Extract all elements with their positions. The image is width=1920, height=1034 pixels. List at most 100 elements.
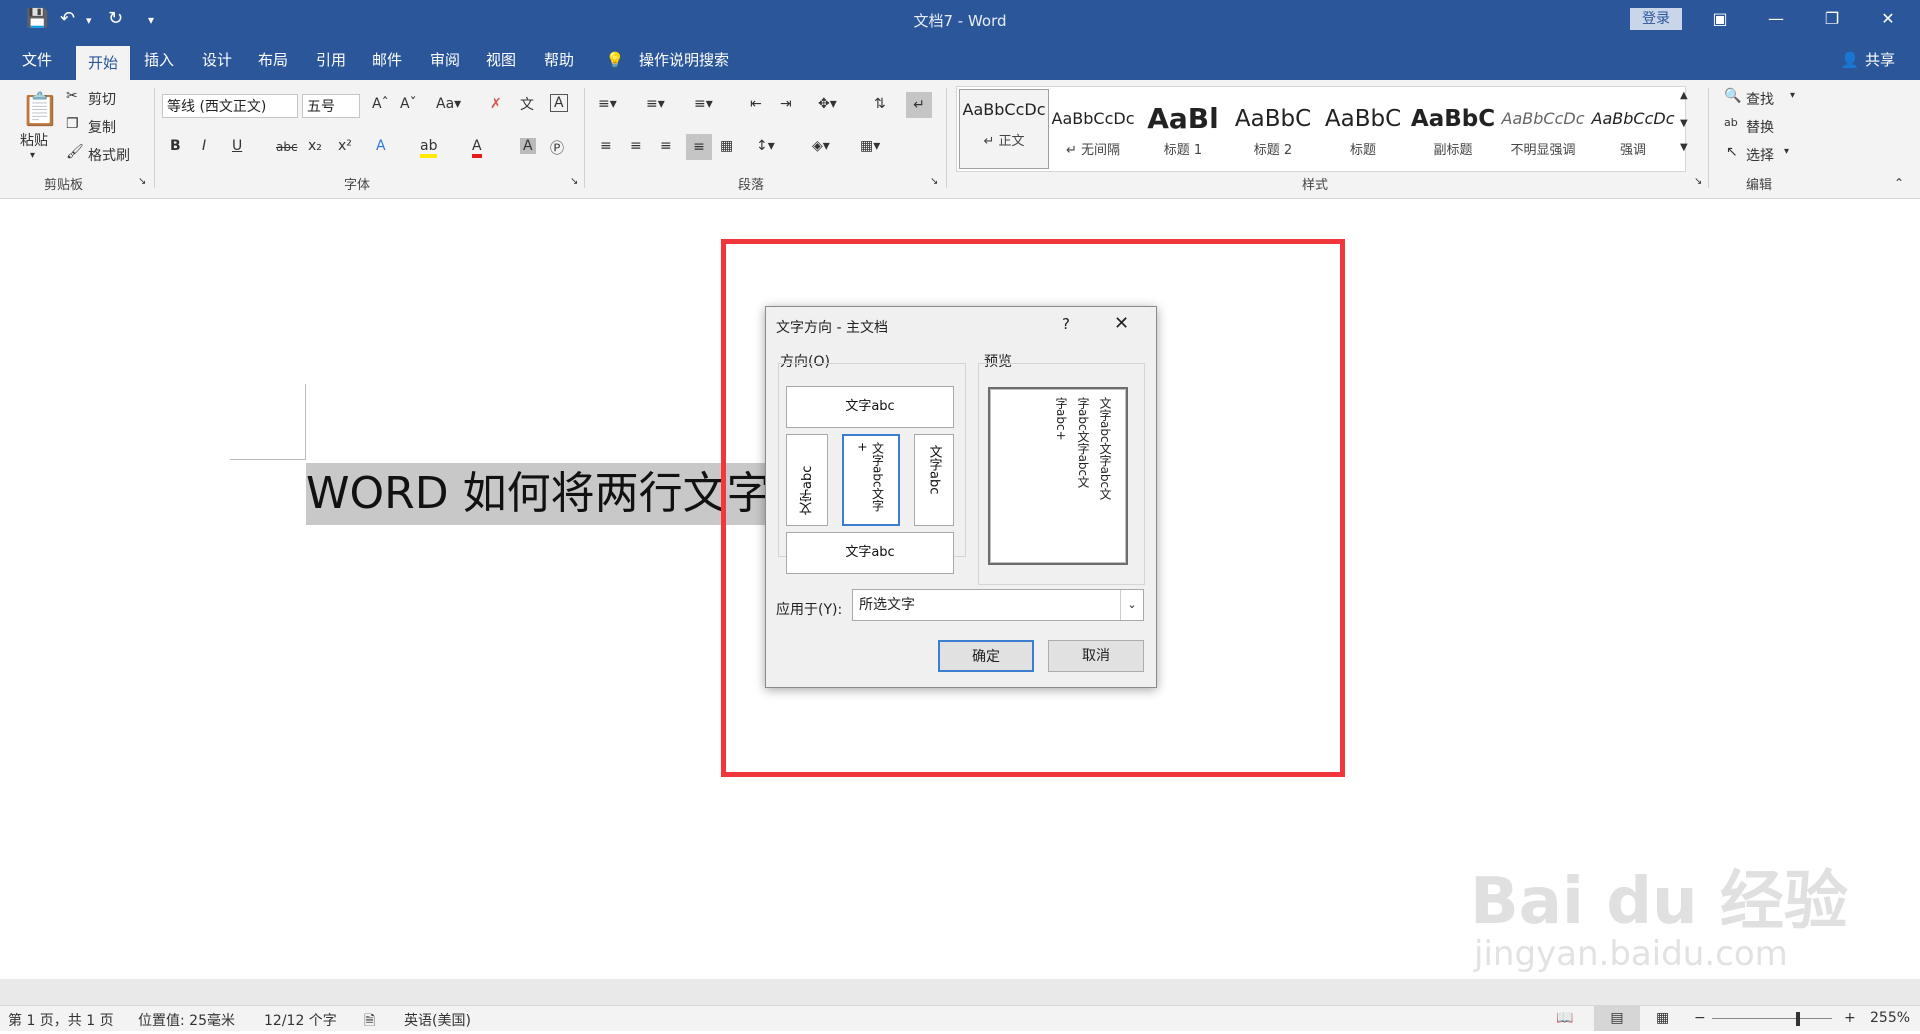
chevron-down-icon[interactable]: ⌄ — [1120, 590, 1143, 620]
orientation-horizontal-option[interactable]: 文字abc — [786, 386, 954, 428]
zoom-level[interactable]: 255% — [1870, 1010, 1910, 1026]
bullets-icon[interactable]: ≡▾ — [598, 96, 617, 112]
bold-icon[interactable]: B — [170, 138, 181, 154]
tab-design[interactable]: 设计 — [194, 40, 240, 80]
cut-icon[interactable]: ✂ — [66, 88, 78, 104]
zoom-in-icon[interactable]: + — [1844, 1010, 1856, 1026]
select-dropdown-icon[interactable]: ▾ — [1784, 146, 1789, 157]
highlight-icon[interactable]: ab — [420, 138, 438, 158]
proofing-icon[interactable]: 🗎 — [364, 1010, 375, 1034]
shrink-font-icon[interactable]: Aˇ — [400, 96, 417, 112]
tab-insert[interactable]: 插入 — [136, 40, 182, 80]
orientation-bottom-option[interactable]: 文字abc — [786, 532, 954, 574]
tab-file[interactable]: 文件 — [12, 40, 62, 80]
replace-button[interactable]: 替换 — [1746, 117, 1774, 137]
clear-formatting-icon[interactable]: ✗ — [490, 96, 502, 112]
sort-icon[interactable]: ⇅ — [874, 96, 886, 112]
ok-button[interactable]: 确定 — [938, 640, 1034, 672]
select-button[interactable]: 选择 — [1746, 145, 1774, 165]
orientation-vertical-selected-option[interactable]: 文字abc文字+ — [842, 434, 900, 526]
collapse-ribbon-icon[interactable]: ⌃ — [1894, 176, 1904, 190]
cut-button[interactable]: 剪切 — [88, 89, 116, 109]
tab-references[interactable]: 引用 — [308, 40, 354, 80]
clipboard-launcher-icon[interactable]: ↘ — [138, 176, 146, 187]
distributed-icon[interactable]: ▦ — [720, 138, 733, 154]
numbering-icon[interactable]: ≡▾ — [646, 96, 665, 112]
format-painter-icon[interactable]: 🖌 — [66, 144, 84, 160]
zoom-slider-thumb[interactable] — [1796, 1012, 1800, 1026]
find-dropdown-icon[interactable]: ▾ — [1790, 90, 1795, 101]
text-effects-icon[interactable]: A — [376, 138, 386, 154]
styles-scroll-down-icon[interactable]: ▼ — [1680, 118, 1688, 129]
align-center-icon[interactable]: ≡ — [630, 138, 642, 154]
character-shading-icon[interactable]: A — [520, 138, 536, 154]
paste-button[interactable]: 粘贴 — [20, 130, 48, 150]
font-color-icon[interactable]: A — [472, 138, 482, 158]
grow-font-icon[interactable]: Aˆ — [372, 96, 389, 112]
select-icon[interactable]: ↖ — [1726, 144, 1738, 160]
font-launcher-icon[interactable]: ↘ — [570, 176, 578, 187]
document-text[interactable]: WORD 如何将两行文字 — [306, 463, 781, 525]
show-marks-icon[interactable]: ↵ — [906, 92, 932, 118]
style-item-normal[interactable]: AaBbCcDc ↵ 正文 — [959, 89, 1049, 169]
copy-button[interactable]: 复制 — [88, 117, 116, 137]
font-name-select[interactable]: 等线 (西文正文) — [162, 94, 298, 118]
orientation-vertical-left-option[interactable]: 文字abc — [786, 434, 828, 526]
italic-icon[interactable]: I — [202, 138, 206, 154]
copy-icon[interactable]: ❐ — [66, 116, 79, 132]
underline-icon[interactable]: U — [232, 138, 242, 154]
decrease-indent-icon[interactable]: ⇤ — [750, 96, 762, 112]
strikethrough-icon[interactable]: abc — [276, 140, 298, 154]
line-spacing-icon[interactable]: ↕▾ — [756, 138, 775, 154]
style-item-subtle-emphasis[interactable]: AaBbCcDc 不明显强调 — [1499, 99, 1587, 171]
read-mode-icon[interactable]: 📖 — [1556, 1010, 1573, 1026]
change-case-icon[interactable]: Aa▾ — [436, 96, 461, 112]
style-item-title[interactable]: AaBbC 标题 — [1319, 99, 1407, 171]
replace-icon[interactable]: ab — [1724, 116, 1738, 129]
style-item-subtitle[interactable]: AaBbC 副标题 — [1409, 99, 1497, 171]
increase-indent-icon[interactable]: ⇥ — [780, 96, 792, 112]
horizontal-scrollbar[interactable] — [0, 979, 1920, 1005]
page-count[interactable]: 第 1 页，共 1 页 — [8, 1010, 114, 1030]
align-right-icon[interactable]: ≡ — [660, 138, 672, 154]
minimize-icon[interactable]: — — [1756, 6, 1796, 32]
help-button[interactable]: ? — [1062, 315, 1070, 333]
lightbulb-icon[interactable]: 💡 — [604, 40, 626, 80]
find-icon[interactable]: 🔍 — [1724, 88, 1741, 104]
style-item-emphasis[interactable]: AaBbCcDc 强调 — [1589, 99, 1677, 171]
paragraph-launcher-icon[interactable]: ↘ — [930, 176, 938, 187]
enclose-characters-icon[interactable]: Ⓟ — [550, 138, 564, 158]
superscript-icon[interactable]: x² — [338, 138, 352, 154]
borders-icon[interactable]: ▦▾ — [860, 138, 880, 154]
restore-icon[interactable]: ❐ — [1812, 6, 1852, 32]
cancel-button[interactable]: 取消 — [1048, 640, 1144, 672]
login-button[interactable]: 登录 — [1630, 8, 1682, 30]
styles-more-icon[interactable]: ▼ — [1680, 142, 1688, 153]
orientation-vertical-right-option[interactable]: 文字abc — [914, 434, 954, 526]
tab-review[interactable]: 审阅 — [422, 40, 468, 80]
zoom-out-icon[interactable]: − — [1694, 1010, 1706, 1026]
position-value[interactable]: 位置值: 25毫米 — [138, 1010, 235, 1030]
format-painter-button[interactable]: 格式刷 — [88, 145, 130, 165]
zoom-slider[interactable] — [1712, 1018, 1832, 1019]
styles-launcher-icon[interactable]: ↘ — [1694, 176, 1702, 187]
find-button[interactable]: 查找 — [1746, 89, 1774, 109]
style-item-no-spacing[interactable]: AaBbCcDc ↵ 无间隔 — [1049, 99, 1137, 171]
tell-me-search[interactable]: 操作说明搜索 — [636, 40, 732, 80]
apply-to-select[interactable]: 所选文字 ⌄ — [852, 589, 1144, 621]
close-icon[interactable]: ✕ — [1868, 6, 1908, 32]
paste-dropdown-icon[interactable]: ▾ — [30, 150, 35, 161]
web-layout-icon[interactable]: ▦ — [1656, 1010, 1669, 1026]
share-button[interactable]: 共享 — [1860, 40, 1900, 80]
phonetic-guide-icon[interactable]: 文 — [520, 94, 534, 114]
subscript-icon[interactable]: x₂ — [308, 138, 322, 154]
tab-mailings[interactable]: 邮件 — [364, 40, 410, 80]
align-left-icon[interactable]: ≡ — [600, 138, 612, 154]
style-item-heading-1[interactable]: AaBl 标题 1 — [1139, 99, 1227, 171]
tab-home[interactable]: 开始 — [76, 46, 130, 80]
print-layout-icon[interactable]: ▤ — [1594, 1006, 1640, 1031]
character-border-icon[interactable]: A — [550, 94, 568, 112]
ribbon-display-icon[interactable]: ▣ — [1700, 6, 1740, 32]
language[interactable]: 英语(美国) — [404, 1010, 471, 1030]
shading-icon[interactable]: ◈▾ — [812, 138, 830, 154]
